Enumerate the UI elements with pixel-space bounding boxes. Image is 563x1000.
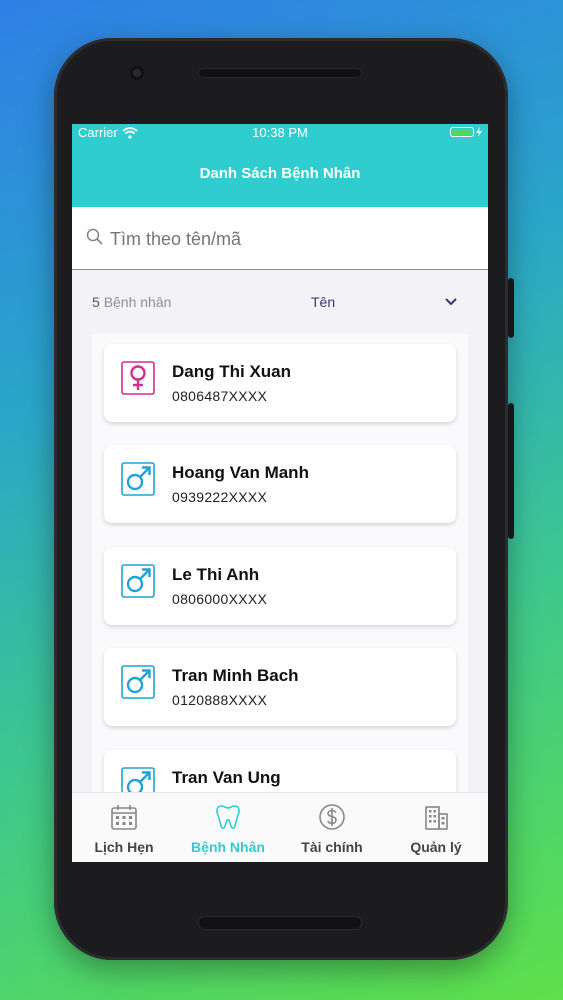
patient-card[interactable]: Tran Van Ung <box>104 750 456 792</box>
patient-list[interactable]: Dang Thi Xuan 0806487XXXX Hoang Van Manh… <box>92 334 468 792</box>
search-input[interactable] <box>108 223 472 255</box>
tooth-icon <box>216 805 240 830</box>
female-icon <box>121 361 155 395</box>
male-icon <box>121 767 155 792</box>
patient-count-label: Bệnh nhân <box>103 294 172 310</box>
patient-card[interactable]: Dang Thi Xuan 0806487XXXX <box>104 344 456 422</box>
dollar-icon <box>319 804 345 830</box>
top-speaker <box>198 68 362 78</box>
list-toolbar: 5 Bệnh nhân Tên <box>72 270 488 328</box>
calendar-icon <box>111 805 137 830</box>
app-screen: Carrier 10:38 PM Danh Sách Bệnh Nhân 5 <box>72 124 488 862</box>
patient-name: Tran Van Ung <box>172 768 281 787</box>
search-icon <box>86 228 103 245</box>
patient-count: 5 Bệnh nhân <box>92 294 171 310</box>
battery-icon <box>450 127 482 137</box>
patient-name: Le Thi Anh <box>172 565 260 584</box>
patient-card[interactable]: Tran Minh Bach 0120888XXXX <box>104 648 456 726</box>
male-icon <box>121 665 155 699</box>
status-time: 10:38 PM <box>252 125 308 140</box>
tab-label: Tài chính <box>301 839 363 855</box>
nav-header: Carrier 10:38 PM Danh Sách Bệnh Nhân <box>72 124 488 207</box>
tab-benh-nhan[interactable]: Bệnh Nhân <box>176 793 280 862</box>
power-button <box>508 278 514 338</box>
patient-card[interactable]: Hoang Van Manh 0939222XXXX <box>104 445 456 523</box>
tab-label: Lịch Hẹn <box>94 839 154 855</box>
patient-phone: 0806487XXXX <box>172 388 268 404</box>
status-bar: Carrier 10:38 PM <box>72 124 488 144</box>
tab-label: Quản lý <box>410 839 462 855</box>
patient-phone: 0806000XXXX <box>172 591 268 607</box>
building-icon <box>425 806 448 830</box>
tab-tai-chinh[interactable]: Tài chính <box>280 793 384 862</box>
tab-quan-ly[interactable]: Quản lý <box>384 793 488 862</box>
bottom-speaker <box>198 916 362 930</box>
patient-name: Dang Thi Xuan <box>172 362 291 381</box>
patient-name: Hoang Van Manh <box>172 463 309 482</box>
patient-phone: 0939222XXXX <box>172 489 268 505</box>
male-icon <box>121 462 155 496</box>
patient-count-number: 5 <box>92 294 100 310</box>
patient-card[interactable]: Le Thi Anh 0806000XXXX <box>104 547 456 625</box>
patient-name: Tran Minh Bach <box>172 666 299 685</box>
tab-bar: Lịch Hẹn Bệnh Nhân Tài chính Quản lý <box>72 792 488 862</box>
sort-dropdown[interactable]: Tên <box>311 294 335 310</box>
chevron-down-icon[interactable] <box>444 297 458 307</box>
tab-lich-hen[interactable]: Lịch Hẹn <box>72 793 176 862</box>
tab-label: Bệnh Nhân <box>191 839 265 855</box>
front-camera <box>130 66 144 80</box>
male-icon <box>121 564 155 598</box>
page-title: Danh Sách Bệnh Nhân <box>199 165 361 182</box>
search-bar <box>72 207 488 270</box>
volume-button <box>508 403 514 539</box>
patient-phone: 0120888XXXX <box>172 692 268 708</box>
